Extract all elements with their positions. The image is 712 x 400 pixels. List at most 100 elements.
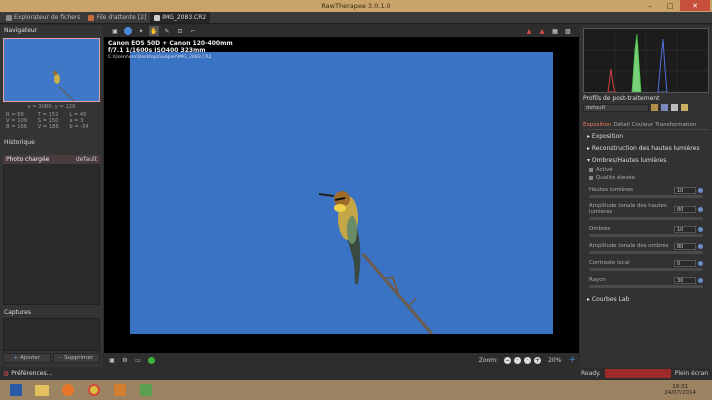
- captures-list[interactable]: [3, 318, 100, 351]
- highlight-warning-icon[interactable]: ▲: [524, 26, 534, 36]
- rawtherapee-icon[interactable]: [110, 382, 130, 398]
- editor-toolbar: ▣ ✦ ✋ ✎ ⊡ ⌐ ▲ ▲ ▦ ▧: [104, 25, 579, 37]
- history-list[interactable]: [3, 155, 100, 305]
- globe-icon[interactable]: [123, 26, 133, 36]
- slider-value-input[interactable]: 80: [674, 205, 696, 213]
- explorer-icon[interactable]: [32, 382, 52, 398]
- window-controls: – □ ✕: [640, 0, 710, 11]
- slider-value-input[interactable]: 10: [674, 225, 696, 233]
- reset-icon[interactable]: [698, 187, 703, 193]
- tab-color[interactable]: Couleur: [632, 122, 653, 128]
- section-highlight-reconstruction[interactable]: ▸ Reconstruction des hautes lumières: [583, 145, 709, 152]
- close-icon[interactable]: ✕: [680, 0, 710, 11]
- local-contrast-slider[interactable]: [589, 268, 703, 271]
- section-shadows-highlights[interactable]: ▾ Ombres/Hautes lumières: [583, 157, 709, 164]
- new-detail-window-icon[interactable]: +: [568, 355, 576, 365]
- color-channel-icon[interactable]: ▧: [563, 26, 573, 36]
- reset-icon[interactable]: [698, 226, 703, 232]
- zoom-out-icon[interactable]: −: [504, 356, 512, 364]
- progress-bar: [604, 369, 671, 378]
- profiles-title: Profils de post-traitement: [583, 95, 660, 102]
- copy-profile-icon[interactable]: [671, 104, 678, 111]
- slider-value-input[interactable]: 80: [674, 242, 696, 250]
- preferences-label: Préférences...: [11, 370, 53, 377]
- preview-mode-icon[interactable]: ▦: [550, 26, 560, 36]
- open-profile-icon[interactable]: [651, 104, 658, 111]
- tab-exposure[interactable]: Exposition: [583, 122, 612, 128]
- save-profile-icon[interactable]: [661, 104, 668, 111]
- section-hr-label: Reconstruction des hautes lumières: [591, 145, 700, 152]
- section-exposure[interactable]: ▸ Exposition: [583, 133, 709, 140]
- highlights-slider[interactable]: [589, 195, 703, 198]
- slider-label: Amplitude tonale des hautes lumières: [589, 203, 667, 215]
- status-ok-icon: [146, 355, 156, 365]
- navigator-values: R = 68 T = 152 L = 45 V = 109 S = 150 a …: [0, 112, 103, 130]
- slider-value-input[interactable]: 10: [674, 186, 696, 194]
- queue-icon: [88, 14, 95, 21]
- maximize-icon[interactable]: □: [660, 0, 680, 11]
- navigator-thumbnail[interactable]: [3, 38, 100, 102]
- photos-icon[interactable]: [136, 382, 156, 398]
- preferences-icon: ⚙: [3, 369, 10, 378]
- settings-icon[interactable]: ✦: [136, 26, 146, 36]
- tab-file-browser[interactable]: Explorateur de fichers: [2, 12, 84, 23]
- shadows-slider[interactable]: [589, 234, 703, 237]
- reset-icon[interactable]: [698, 243, 703, 249]
- slider-label: Amplitude tonale des ombres: [589, 243, 669, 249]
- radius-slider[interactable]: [589, 285, 703, 288]
- minus-icon: –: [59, 355, 63, 361]
- start-icon[interactable]: [6, 382, 26, 398]
- exif-settings: f/7.1 1/1600s ISO400 323mm: [108, 47, 206, 54]
- straighten-icon[interactable]: ⌐: [188, 26, 198, 36]
- reset-icon[interactable]: [698, 206, 703, 212]
- remove-label: Supprimer: [64, 355, 93, 361]
- highlights-tonal-width-slider[interactable]: [589, 217, 703, 220]
- preferences-gear-icon[interactable]: ⚙: [120, 355, 130, 365]
- high-quality-checkbox-row[interactable]: Qualité élevée: [583, 174, 709, 182]
- add-snapshot-button[interactable]: + Ajouter: [3, 353, 51, 363]
- fullscreen-button[interactable]: Plein écran: [675, 370, 708, 377]
- zoom-in-icon[interactable]: +: [534, 356, 542, 364]
- crop-icon[interactable]: ⊡: [175, 26, 185, 36]
- color-picker-icon[interactable]: ✎: [162, 26, 172, 36]
- exif-overlay: Canon EOS 50D + Canon 120-400mm f/7.1 1/…: [108, 40, 233, 61]
- processing-tabs: Exposition Détail Couleur Transformation: [583, 120, 709, 130]
- active-checkbox-row[interactable]: Activé: [583, 166, 709, 174]
- tab-transform[interactable]: Transformation: [655, 122, 696, 128]
- history-title: Historique: [4, 139, 35, 146]
- slider-row: Ombres 10: [583, 224, 709, 234]
- save-image-icon[interactable]: ▣: [107, 355, 117, 365]
- histogram-graph-icon: [584, 29, 708, 93]
- preferences-button[interactable]: ⚙ Préférences...: [3, 370, 52, 378]
- paste-profile-icon[interactable]: [681, 104, 688, 111]
- hand-tool-icon[interactable]: ✋: [149, 26, 159, 36]
- chrome-icon[interactable]: [84, 382, 104, 398]
- snapshot-buttons: + Ajouter – Supprimer: [3, 353, 100, 363]
- slider-value-input[interactable]: 30: [674, 276, 696, 284]
- history-row[interactable]: Photo chargée default: [3, 155, 100, 164]
- active-checkbox[interactable]: [589, 168, 593, 172]
- save-icon[interactable]: ▣: [110, 26, 120, 36]
- remove-snapshot-button[interactable]: – Supprimer: [52, 353, 100, 363]
- exif-camera: Canon EOS 50D + Canon 120-400mm: [108, 40, 233, 47]
- profile-select[interactable]: default: [583, 104, 649, 112]
- firefox-icon[interactable]: [58, 382, 78, 398]
- zoom-fit-icon[interactable]: ·: [514, 356, 522, 364]
- photo-preview[interactable]: [130, 52, 553, 334]
- shadows-tonal-width-slider[interactable]: [589, 251, 703, 254]
- folder-icon: [6, 14, 12, 21]
- zoom-100-icon[interactable]: ·: [524, 356, 532, 364]
- reset-icon[interactable]: [698, 260, 703, 266]
- high-quality-checkbox[interactable]: [589, 176, 593, 180]
- slider-value-input[interactable]: 0: [674, 259, 696, 267]
- tab-editor[interactable]: IMG_2083.CR2: [150, 12, 211, 23]
- reset-icon[interactable]: [698, 277, 703, 283]
- shadow-warning-icon[interactable]: ▲: [537, 26, 547, 36]
- minimize-icon[interactable]: –: [640, 0, 660, 11]
- tool-panel: ▸ Exposition ▸ Reconstruction des hautes…: [583, 133, 709, 303]
- slider-label: Ombres: [589, 226, 611, 232]
- tab-queue[interactable]: File d'attente [2]: [84, 12, 150, 23]
- section-lab-curves[interactable]: ▸ Courbes Lab: [583, 296, 709, 303]
- tab-detail[interactable]: Détail: [614, 122, 630, 128]
- queue-add-icon[interactable]: ▭: [133, 355, 143, 365]
